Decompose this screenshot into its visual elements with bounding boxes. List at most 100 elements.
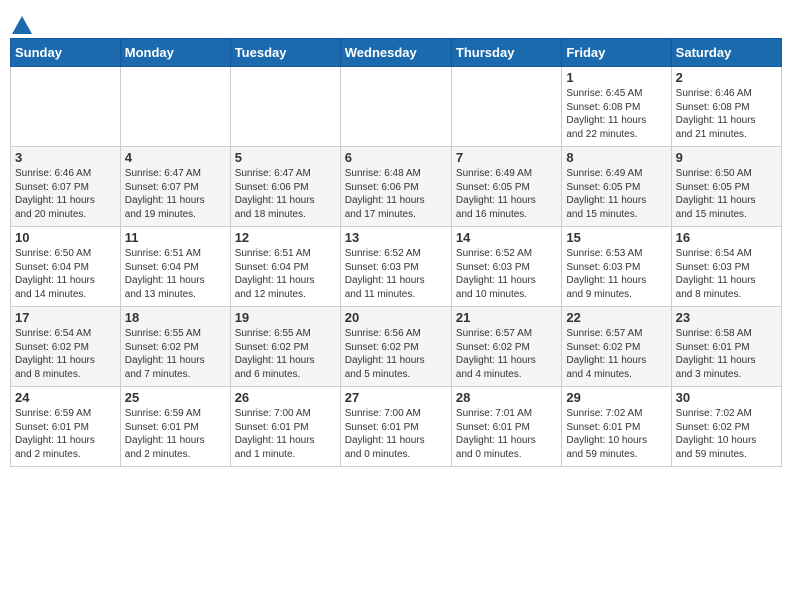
calendar-cell: 30 Sunrise: 7:02 AM Sunset: 6:02 PM Dayli… [671, 387, 781, 467]
calendar-cell: 18 Sunrise: 6:55 AM Sunset: 6:02 PM Dayli… [120, 307, 230, 387]
calendar-cell: 1Sunrise: 6:45 AM Sunset: 6:08 PM Daylig… [562, 67, 671, 147]
day-number: 12 [235, 230, 336, 245]
calendar-cell: 28Sunrise: 7:01 AM Sunset: 6:01 PM Dayli… [451, 387, 561, 467]
calendar-week-row: 1Sunrise: 6:45 AM Sunset: 6:08 PM Daylig… [11, 67, 782, 147]
day-info: Sunrise: 7:00 AM Sunset: 6:01 PM Dayligh… [235, 407, 336, 461]
calendar-cell: 17 Sunrise: 6:54 AM Sunset: 6:02 PM Dayli… [11, 307, 121, 387]
calendar-cell: 16 Sunrise: 6:54 AM Sunset: 6:03 PM Dayli… [671, 227, 781, 307]
weekday-header-tuesday: Tuesday [230, 39, 340, 67]
day-number: 24 [15, 390, 116, 405]
day-number: 18 [125, 310, 226, 325]
day-info: Sunrise: 6:46 AM Sunset: 6:08 PM Dayligh… [676, 87, 777, 141]
day-number: 9 [676, 150, 777, 165]
calendar-cell: 20 Sunrise: 6:56 AM Sunset: 6:02 PM Dayli… [340, 307, 451, 387]
calendar-cell: 14 Sunrise: 6:52 AM Sunset: 6:03 PM Dayli… [451, 227, 561, 307]
day-info: Sunrise: 6:50 AM Sunset: 6:04 PM Dayligh… [15, 247, 116, 301]
day-info: Sunrise: 6:48 AM Sunset: 6:06 PM Dayligh… [345, 167, 447, 221]
day-number: 27 [345, 390, 447, 405]
day-number: 23 [676, 310, 777, 325]
day-info: Sunrise: 6:49 AM Sunset: 6:05 PM Dayligh… [566, 167, 666, 221]
page-header [10, 10, 782, 34]
calendar-cell: 26 Sunrise: 7:00 AM Sunset: 6:01 PM Dayli… [230, 387, 340, 467]
calendar-cell [451, 67, 561, 147]
day-number: 30 [676, 390, 777, 405]
day-info: Sunrise: 6:52 AM Sunset: 6:03 PM Dayligh… [456, 247, 557, 301]
day-number: 21 [456, 310, 557, 325]
calendar-cell: 6 Sunrise: 6:48 AM Sunset: 6:06 PM Daylig… [340, 147, 451, 227]
day-info: Sunrise: 6:50 AM Sunset: 6:05 PM Dayligh… [676, 167, 777, 221]
calendar-cell: 5 Sunrise: 6:47 AM Sunset: 6:06 PM Daylig… [230, 147, 340, 227]
calendar-header-row: SundayMondayTuesdayWednesdayThursdayFrid… [11, 39, 782, 67]
day-number: 22 [566, 310, 666, 325]
calendar-cell: 9 Sunrise: 6:50 AM Sunset: 6:05 PM Daylig… [671, 147, 781, 227]
calendar-week-row: 17 Sunrise: 6:54 AM Sunset: 6:02 PM Dayli… [11, 307, 782, 387]
day-info: Sunrise: 6:47 AM Sunset: 6:06 PM Dayligh… [235, 167, 336, 221]
day-number: 4 [125, 150, 226, 165]
calendar-cell [11, 67, 121, 147]
day-info: Sunrise: 6:54 AM Sunset: 6:03 PM Dayligh… [676, 247, 777, 301]
day-number: 20 [345, 310, 447, 325]
weekday-header-monday: Monday [120, 39, 230, 67]
calendar-cell: 22 Sunrise: 6:57 AM Sunset: 6:02 PM Dayli… [562, 307, 671, 387]
day-info: Sunrise: 6:49 AM Sunset: 6:05 PM Dayligh… [456, 167, 557, 221]
calendar-cell: 3 Sunrise: 6:46 AM Sunset: 6:07 PM Daylig… [11, 147, 121, 227]
day-info: Sunrise: 7:02 AM Sunset: 6:02 PM Dayligh… [676, 407, 777, 461]
calendar-week-row: 3 Sunrise: 6:46 AM Sunset: 6:07 PM Daylig… [11, 147, 782, 227]
day-number: 6 [345, 150, 447, 165]
weekday-header-thursday: Thursday [451, 39, 561, 67]
calendar-cell: 19Sunrise: 6:55 AM Sunset: 6:02 PM Dayli… [230, 307, 340, 387]
day-info: Sunrise: 7:02 AM Sunset: 6:01 PM Dayligh… [566, 407, 666, 461]
day-info: Sunrise: 6:52 AM Sunset: 6:03 PM Dayligh… [345, 247, 447, 301]
day-number: 25 [125, 390, 226, 405]
calendar-cell: 29 Sunrise: 7:02 AM Sunset: 6:01 PM Dayli… [562, 387, 671, 467]
calendar-cell: 25 Sunrise: 6:59 AM Sunset: 6:01 PM Dayli… [120, 387, 230, 467]
calendar-week-row: 10 Sunrise: 6:50 AM Sunset: 6:04 PM Dayli… [11, 227, 782, 307]
day-number: 16 [676, 230, 777, 245]
day-number: 2 [676, 70, 777, 85]
calendar-cell: 13 Sunrise: 6:52 AM Sunset: 6:03 PM Dayli… [340, 227, 451, 307]
calendar-cell: 10 Sunrise: 6:50 AM Sunset: 6:04 PM Dayli… [11, 227, 121, 307]
day-number: 14 [456, 230, 557, 245]
day-info: Sunrise: 6:46 AM Sunset: 6:07 PM Dayligh… [15, 167, 116, 221]
day-number: 3 [15, 150, 116, 165]
day-info: Sunrise: 6:51 AM Sunset: 6:04 PM Dayligh… [125, 247, 226, 301]
day-info: Sunrise: 7:00 AM Sunset: 6:01 PM Dayligh… [345, 407, 447, 461]
calendar-cell: 21Sunrise: 6:57 AM Sunset: 6:02 PM Dayli… [451, 307, 561, 387]
day-info: Sunrise: 6:59 AM Sunset: 6:01 PM Dayligh… [15, 407, 116, 461]
day-number: 5 [235, 150, 336, 165]
day-info: Sunrise: 6:54 AM Sunset: 6:02 PM Dayligh… [15, 327, 116, 381]
weekday-header-sunday: Sunday [11, 39, 121, 67]
calendar-cell: 15 Sunrise: 6:53 AM Sunset: 6:03 PM Dayli… [562, 227, 671, 307]
day-info: Sunrise: 6:53 AM Sunset: 6:03 PM Dayligh… [566, 247, 666, 301]
calendar-table: SundayMondayTuesdayWednesdayThursdayFrid… [10, 38, 782, 467]
weekday-header-saturday: Saturday [671, 39, 781, 67]
day-number: 8 [566, 150, 666, 165]
calendar-cell [340, 67, 451, 147]
day-number: 29 [566, 390, 666, 405]
day-number: 10 [15, 230, 116, 245]
weekday-header-wednesday: Wednesday [340, 39, 451, 67]
weekday-header-friday: Friday [562, 39, 671, 67]
day-info: Sunrise: 6:47 AM Sunset: 6:07 PM Dayligh… [125, 167, 226, 221]
day-number: 11 [125, 230, 226, 245]
day-number: 26 [235, 390, 336, 405]
day-info: Sunrise: 6:59 AM Sunset: 6:01 PM Dayligh… [125, 407, 226, 461]
calendar-cell: 8 Sunrise: 6:49 AM Sunset: 6:05 PM Daylig… [562, 147, 671, 227]
calendar-cell [120, 67, 230, 147]
day-info: Sunrise: 6:58 AM Sunset: 6:01 PM Dayligh… [676, 327, 777, 381]
day-number: 19 [235, 310, 336, 325]
day-info: Sunrise: 6:45 AM Sunset: 6:08 PM Dayligh… [566, 87, 666, 141]
day-info: Sunrise: 6:51 AM Sunset: 6:04 PM Dayligh… [235, 247, 336, 301]
day-number: 15 [566, 230, 666, 245]
logo-triangle-icon [12, 16, 32, 34]
day-number: 17 [15, 310, 116, 325]
calendar-cell: 7Sunrise: 6:49 AM Sunset: 6:05 PM Daylig… [451, 147, 561, 227]
day-info: Sunrise: 6:55 AM Sunset: 6:02 PM Dayligh… [125, 327, 226, 381]
day-number: 13 [345, 230, 447, 245]
day-info: Sunrise: 6:57 AM Sunset: 6:02 PM Dayligh… [566, 327, 666, 381]
day-info: Sunrise: 7:01 AM Sunset: 6:01 PM Dayligh… [456, 407, 557, 461]
logo [10, 14, 32, 34]
calendar-cell: 11 Sunrise: 6:51 AM Sunset: 6:04 PM Dayli… [120, 227, 230, 307]
calendar-cell: 24 Sunrise: 6:59 AM Sunset: 6:01 PM Dayli… [11, 387, 121, 467]
day-info: Sunrise: 6:56 AM Sunset: 6:02 PM Dayligh… [345, 327, 447, 381]
